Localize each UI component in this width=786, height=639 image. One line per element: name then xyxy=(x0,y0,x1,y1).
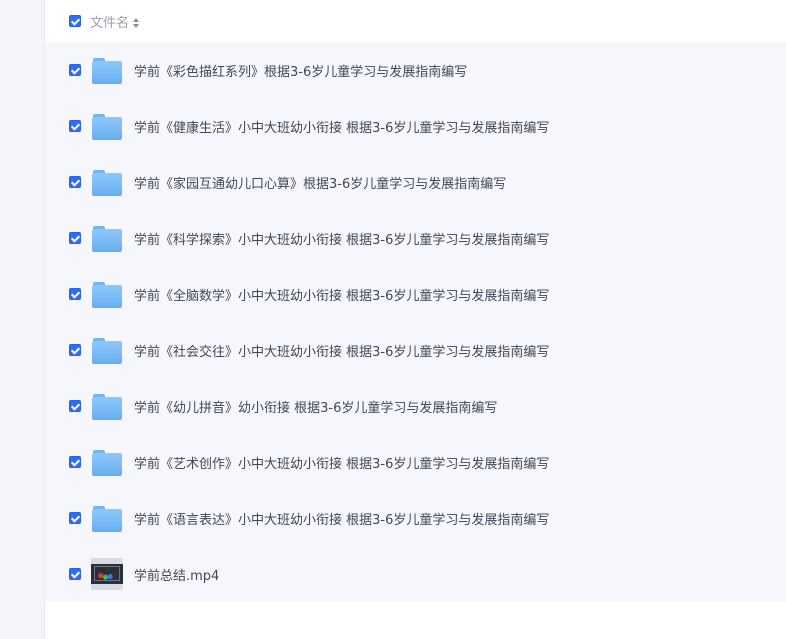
row-checkbox[interactable] xyxy=(69,176,81,188)
row-checkbox[interactable] xyxy=(69,456,81,468)
row-checkbox[interactable] xyxy=(69,64,81,76)
file-row[interactable]: 学前《健康生活》小中大班幼小衔接 根据3-6岁儿童学习与发展指南编写 xyxy=(45,98,786,154)
folder-icon xyxy=(91,166,123,198)
file-name[interactable]: 学前《社会交往》小中大班幼小衔接 根据3-6岁儿童学习与发展指南编写 xyxy=(134,341,549,360)
file-row[interactable]: 学前《全脑数学》小中大班幼小衔接 根据3-6岁儿童学习与发展指南编写 xyxy=(45,266,786,322)
folder-icon xyxy=(91,278,123,310)
row-checkbox[interactable] xyxy=(69,512,81,524)
row-checkbox[interactable] xyxy=(69,344,81,356)
file-name[interactable]: 学前总结.mp4 xyxy=(134,565,219,584)
row-checkbox[interactable] xyxy=(69,288,81,300)
folder-icon xyxy=(91,502,123,534)
folder-icon xyxy=(91,110,123,142)
file-name[interactable]: 学前《彩色描红系列》根据3-6岁儿童学习与发展指南编写 xyxy=(134,61,467,80)
file-row[interactable]: 学前《彩色描红系列》根据3-6岁儿童学习与发展指南编写 xyxy=(45,42,786,98)
row-checkbox[interactable] xyxy=(69,568,81,580)
sort-icon xyxy=(133,18,140,28)
file-name[interactable]: 学前《幼儿拼音》幼小衔接 根据3-6岁儿童学习与发展指南编写 xyxy=(134,397,497,416)
video-thumbnail-icon xyxy=(91,558,123,590)
file-row[interactable]: 学前总结.mp4 xyxy=(45,546,786,602)
file-row[interactable]: 学前《家园互通幼儿口心算》根据3-6岁儿童学习与发展指南编写 xyxy=(45,154,786,210)
folder-icon xyxy=(91,446,123,478)
file-row[interactable]: 学前《艺术创作》小中大班幼小衔接 根据3-6岁儿童学习与发展指南编写 xyxy=(45,434,786,490)
left-sidebar xyxy=(0,0,45,639)
file-list-header: 文件名 xyxy=(45,0,786,42)
folder-icon xyxy=(91,222,123,254)
folder-icon xyxy=(91,334,123,366)
file-list: 文件名 学前《彩色描红系列》根据3-6岁儿童学习与发展指南编写 学前《健康生活》… xyxy=(45,0,786,602)
sort-by-filename[interactable]: 文件名 xyxy=(90,12,140,31)
file-name[interactable]: 学前《全脑数学》小中大班幼小衔接 根据3-6岁儿童学习与发展指南编写 xyxy=(134,285,549,304)
column-header-filename: 文件名 xyxy=(90,15,130,31)
row-checkbox[interactable] xyxy=(69,120,81,132)
file-rows: 学前《彩色描红系列》根据3-6岁儿童学习与发展指南编写 学前《健康生活》小中大班… xyxy=(45,42,786,602)
file-name[interactable]: 学前《科学探索》小中大班幼小衔接 根据3-6岁儿童学习与发展指南编写 xyxy=(134,229,549,248)
file-name[interactable]: 学前《家园互通幼儿口心算》根据3-6岁儿童学习与发展指南编写 xyxy=(134,173,506,192)
file-name[interactable]: 学前《健康生活》小中大班幼小衔接 根据3-6岁儿童学习与发展指南编写 xyxy=(134,117,549,136)
file-name[interactable]: 学前《艺术创作》小中大班幼小衔接 根据3-6岁儿童学习与发展指南编写 xyxy=(134,453,549,472)
file-name[interactable]: 学前《语言表达》小中大班幼小衔接 根据3-6岁儿童学习与发展指南编写 xyxy=(134,509,549,528)
file-row[interactable]: 学前《语言表达》小中大班幼小衔接 根据3-6岁儿童学习与发展指南编写 xyxy=(45,490,786,546)
file-row[interactable]: 学前《幼儿拼音》幼小衔接 根据3-6岁儿童学习与发展指南编写 xyxy=(45,378,786,434)
select-all-checkbox[interactable] xyxy=(69,15,81,27)
file-row[interactable]: 学前《社会交往》小中大班幼小衔接 根据3-6岁儿童学习与发展指南编写 xyxy=(45,322,786,378)
file-row[interactable]: 学前《科学探索》小中大班幼小衔接 根据3-6岁儿童学习与发展指南编写 xyxy=(45,210,786,266)
row-checkbox[interactable] xyxy=(69,400,81,412)
folder-icon xyxy=(91,390,123,422)
row-checkbox[interactable] xyxy=(69,232,81,244)
folder-icon xyxy=(91,54,123,86)
